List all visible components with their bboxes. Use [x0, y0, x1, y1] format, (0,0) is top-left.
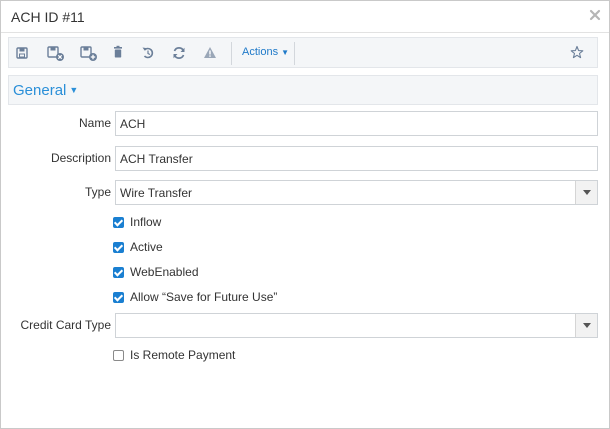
- description-field[interactable]: [115, 146, 598, 171]
- name-field[interactable]: [115, 111, 598, 136]
- close-icon[interactable]: [589, 9, 601, 21]
- dropdown-arrow-icon[interactable]: [575, 314, 597, 337]
- delete-icon[interactable]: [111, 44, 125, 62]
- toolbar-separator: [294, 42, 295, 65]
- name-label: Name: [78, 116, 111, 130]
- description-label: Description: [50, 151, 111, 165]
- credit-card-type-label: Credit Card Type: [20, 318, 112, 332]
- caret-down-icon: ▼: [69, 85, 79, 95]
- save-close-icon[interactable]: [46, 44, 66, 62]
- section-title: General: [13, 82, 67, 99]
- general-section-toggle[interactable]: General ▼: [13, 82, 78, 99]
- actions-label: Actions: [242, 46, 279, 58]
- save-future-use-checkbox[interactable]: [113, 292, 124, 303]
- remote-payment-checkbox[interactable]: [113, 350, 124, 361]
- actions-menu-button[interactable]: Actions ▼: [242, 46, 289, 58]
- active-label: Active: [130, 240, 163, 254]
- type-select[interactable]: Wire Transfer: [115, 180, 598, 205]
- toolbar-separator: [231, 42, 232, 65]
- general-section-header: General ▼: [8, 75, 598, 105]
- webenabled-checkbox[interactable]: [113, 267, 124, 278]
- type-label: Type: [84, 185, 111, 199]
- type-selected-value: Wire Transfer: [120, 186, 193, 200]
- warning-icon[interactable]: [203, 44, 217, 62]
- save-new-icon[interactable]: [79, 44, 99, 62]
- active-checkbox[interactable]: [113, 242, 124, 253]
- save-future-use-label: Allow “Save for Future Use”: [130, 290, 278, 304]
- save-icon[interactable]: [15, 44, 29, 62]
- toolbar: Actions ▼: [8, 37, 598, 68]
- webenabled-label: WebEnabled: [130, 265, 199, 279]
- undo-icon[interactable]: [141, 44, 155, 62]
- star-icon[interactable]: [570, 44, 584, 62]
- inflow-label: Inflow: [130, 215, 162, 229]
- inflow-checkbox[interactable]: [113, 217, 124, 228]
- dialog-window: ACH ID #11 Actions ▼ General ▼ Name ACH …: [0, 0, 610, 429]
- dropdown-arrow-icon[interactable]: [575, 181, 597, 204]
- dialog-titlebar: ACH ID #11: [1, 1, 609, 33]
- remote-payment-label: Is Remote Payment: [130, 348, 236, 362]
- credit-card-type-select[interactable]: [115, 313, 598, 338]
- refresh-icon[interactable]: [172, 44, 186, 62]
- dialog-title: ACH ID #11: [11, 9, 85, 25]
- caret-down-icon: ▼: [281, 48, 289, 57]
